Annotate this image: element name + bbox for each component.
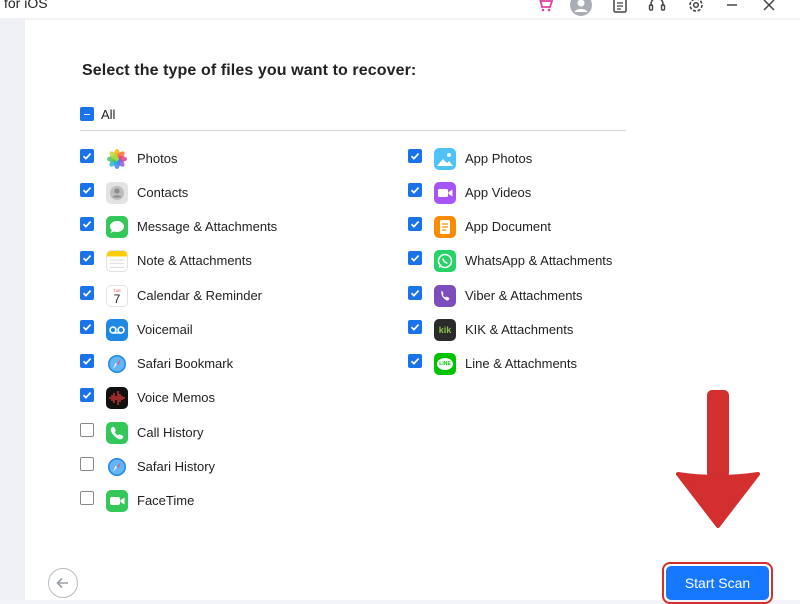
checkbox[interactable] — [80, 354, 94, 368]
item-label: Viber & Attachments — [465, 288, 583, 303]
support-icon[interactable] — [646, 0, 668, 16]
cart-icon[interactable] — [534, 0, 556, 16]
item-label: App Videos — [465, 185, 532, 200]
annotation-down-arrow — [676, 390, 760, 528]
line-logo-bubble: LINE — [437, 358, 453, 370]
title-bar: for iOS — [0, 0, 800, 18]
voice-memos-icon — [106, 387, 128, 409]
photos-icon — [106, 148, 128, 170]
item-label: KIK & Attachments — [465, 322, 574, 337]
safari-icon — [106, 456, 128, 478]
checkbox[interactable] — [408, 217, 422, 231]
checkbox[interactable] — [80, 149, 94, 163]
phone-icon — [106, 422, 128, 444]
app-title: for iOS — [4, 0, 48, 11]
viber-icon — [434, 285, 456, 307]
item-label: Voicemail — [137, 322, 193, 337]
item-label: App Photos — [465, 151, 533, 166]
start-scan-button[interactable]: Start Scan — [666, 566, 769, 600]
item-label: Safari History — [137, 459, 216, 474]
checkbox[interactable] — [80, 217, 94, 231]
checkbox[interactable] — [408, 354, 422, 368]
app-videos-icon — [434, 182, 456, 204]
item-label: App Document — [465, 219, 551, 234]
item-label: WhatsApp & Attachments — [465, 253, 613, 268]
checkbox[interactable] — [408, 183, 422, 197]
notes-icon — [106, 250, 128, 272]
item-label: Contacts — [137, 185, 189, 200]
app-document-icon — [434, 216, 456, 238]
item-label: FaceTime — [137, 493, 195, 508]
close-icon[interactable] — [758, 0, 780, 16]
back-arrow-icon — [56, 577, 68, 589]
kik-logo-text: kik — [438, 325, 452, 335]
page-heading: Select the type of files you want to rec… — [82, 62, 417, 79]
checkbox[interactable] — [80, 183, 94, 197]
select-all-label: All — [101, 107, 116, 122]
facetime-icon — [106, 490, 128, 512]
settings-icon[interactable] — [685, 0, 707, 16]
checkbox[interactable] — [80, 251, 94, 265]
checkbox[interactable] — [408, 251, 422, 265]
select-all-checkbox[interactable] — [80, 107, 94, 121]
line-icon: LINE — [434, 353, 456, 375]
whatsapp-icon — [434, 250, 456, 272]
back-button[interactable] — [48, 568, 78, 598]
divider — [80, 130, 626, 131]
item-label: Note & Attachments — [137, 253, 252, 268]
kik-icon: kik — [434, 319, 456, 341]
checkbox[interactable] — [408, 149, 422, 163]
checkbox[interactable] — [80, 320, 94, 334]
messages-icon — [106, 216, 128, 238]
checkbox[interactable] — [80, 423, 94, 437]
item-label: Calendar & Reminder — [137, 288, 263, 303]
left-sidebar-strip — [0, 18, 25, 600]
checkbox[interactable] — [408, 320, 422, 334]
item-label: Line & Attachments — [465, 356, 578, 371]
minimize-icon[interactable] — [721, 0, 743, 16]
item-label: Call History — [137, 425, 204, 440]
calendar-date: 7 — [113, 291, 121, 306]
calendar-icon: TUE 7 — [106, 285, 128, 307]
checkbox[interactable] — [80, 388, 94, 402]
checkbox[interactable] — [80, 491, 94, 505]
safari-icon — [106, 353, 128, 375]
checkbox[interactable] — [80, 286, 94, 300]
voicemail-icon — [106, 319, 128, 341]
contacts-icon — [106, 182, 128, 204]
item-label: Voice Memos — [137, 390, 216, 405]
user-icon[interactable] — [570, 0, 592, 16]
item-label: Photos — [137, 151, 178, 166]
line-logo-text: LINE — [439, 361, 451, 367]
document-icon[interactable] — [609, 0, 631, 16]
checkbox[interactable] — [80, 457, 94, 471]
checkbox[interactable] — [408, 286, 422, 300]
item-label: Safari Bookmark — [137, 356, 234, 371]
item-label: Message & Attachments — [137, 219, 278, 234]
app-photos-icon — [434, 148, 456, 170]
